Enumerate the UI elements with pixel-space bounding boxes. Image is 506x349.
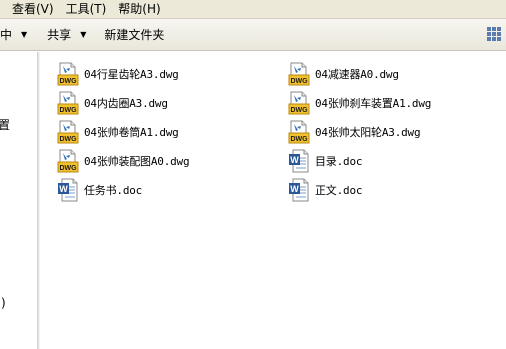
dwg-file-icon: DWG xyxy=(288,120,310,144)
svg-text:DWG: DWG xyxy=(290,78,308,85)
svg-text:W: W xyxy=(59,184,68,194)
nav-item-device[interactable]: 装置 xyxy=(0,116,10,133)
word-doc-icon: W xyxy=(288,149,310,173)
share-button[interactable]: 共享 ▼ xyxy=(39,23,94,47)
dwg-file-icon: DWG xyxy=(57,91,79,115)
svg-text:W: W xyxy=(290,155,299,165)
menu-tools[interactable]: 工具(T) xyxy=(60,0,113,19)
file-name: 04张帅卷筒A1.dwg xyxy=(84,126,179,139)
file-name: 正文.doc xyxy=(315,184,363,197)
dwg-file-icon: DWG xyxy=(288,91,310,115)
file-name: 04减速器A0.dwg xyxy=(315,68,399,81)
share-label: 共享 xyxy=(47,28,72,42)
file-item[interactable]: DWG 04张帅刹车装置A1.dwg xyxy=(288,89,431,117)
word-doc-icon: W xyxy=(288,178,310,202)
file-item[interactable]: W 目录.doc xyxy=(288,147,362,175)
file-name: 04张帅装配图A0.dwg xyxy=(84,155,190,168)
menu-help[interactable]: 帮助(H) xyxy=(112,0,166,19)
navigation-pane: 装置 ) xyxy=(0,52,37,349)
svg-text:DWG: DWG xyxy=(59,136,77,143)
file-name: 目录.doc xyxy=(315,155,363,168)
file-name: 04内齿圈A3.dwg xyxy=(84,97,168,110)
svg-text:W: W xyxy=(290,184,299,194)
file-name: 04行星齿轮A3.dwg xyxy=(84,68,179,81)
pane-splitter[interactable] xyxy=(37,52,40,349)
dwg-file-icon: DWG xyxy=(57,120,79,144)
file-name: 04张帅刹车装置A1.dwg xyxy=(315,97,432,110)
nav-item-drive[interactable]: ) xyxy=(1,296,6,310)
chevron-down-icon: ▼ xyxy=(80,30,87,39)
file-item[interactable]: DWG 04张帅太阳轮A3.dwg xyxy=(288,118,421,146)
file-item[interactable]: DWG 04行星齿轮A3.dwg xyxy=(57,60,179,88)
new-folder-button[interactable]: 新建文件夹 xyxy=(96,23,172,47)
file-item[interactable]: W 正文.doc xyxy=(288,176,362,204)
svg-text:DWG: DWG xyxy=(59,165,77,172)
file-item[interactable]: DWG 04减速器A0.dwg xyxy=(288,60,399,88)
file-item[interactable]: W 任务书.doc xyxy=(57,176,142,204)
file-name: 任务书.doc xyxy=(84,184,143,197)
file-list: DWG 04行星齿轮A3.dwg DWG 04减速器A0.dwg DWG 04内齿圈A3.… xyxy=(41,52,506,349)
include-in-library-label: 库中 xyxy=(0,28,13,42)
svg-text:DWG: DWG xyxy=(59,107,77,114)
explorer-window: 查看(V) 工具(T) 帮助(H) 库中 ▼ 共享 ▼ 新建文件夹 装置 ) D… xyxy=(0,0,506,349)
command-bar: 库中 ▼ 共享 ▼ 新建文件夹 xyxy=(0,19,506,51)
view-options-icon[interactable] xyxy=(486,26,502,42)
new-folder-label: 新建文件夹 xyxy=(104,28,165,42)
dwg-file-icon: DWG xyxy=(57,62,79,86)
file-item[interactable]: DWG 04张帅卷筒A1.dwg xyxy=(57,118,179,146)
svg-text:DWG: DWG xyxy=(290,107,308,114)
chevron-down-icon: ▼ xyxy=(21,30,28,39)
file-item[interactable]: DWG 04张帅装配图A0.dwg xyxy=(57,147,190,175)
svg-text:DWG: DWG xyxy=(290,136,308,143)
menu-bar: 查看(V) 工具(T) 帮助(H) xyxy=(0,0,506,19)
svg-text:DWG: DWG xyxy=(59,78,77,85)
dwg-file-icon: DWG xyxy=(288,62,310,86)
file-item[interactable]: DWG 04内齿圈A3.dwg xyxy=(57,89,168,117)
word-doc-icon: W xyxy=(57,178,79,202)
include-in-library-button[interactable]: 库中 ▼ xyxy=(0,23,35,47)
dwg-file-icon: DWG xyxy=(57,149,79,173)
file-name: 04张帅太阳轮A3.dwg xyxy=(315,126,421,139)
menu-view[interactable]: 查看(V) xyxy=(6,0,60,19)
